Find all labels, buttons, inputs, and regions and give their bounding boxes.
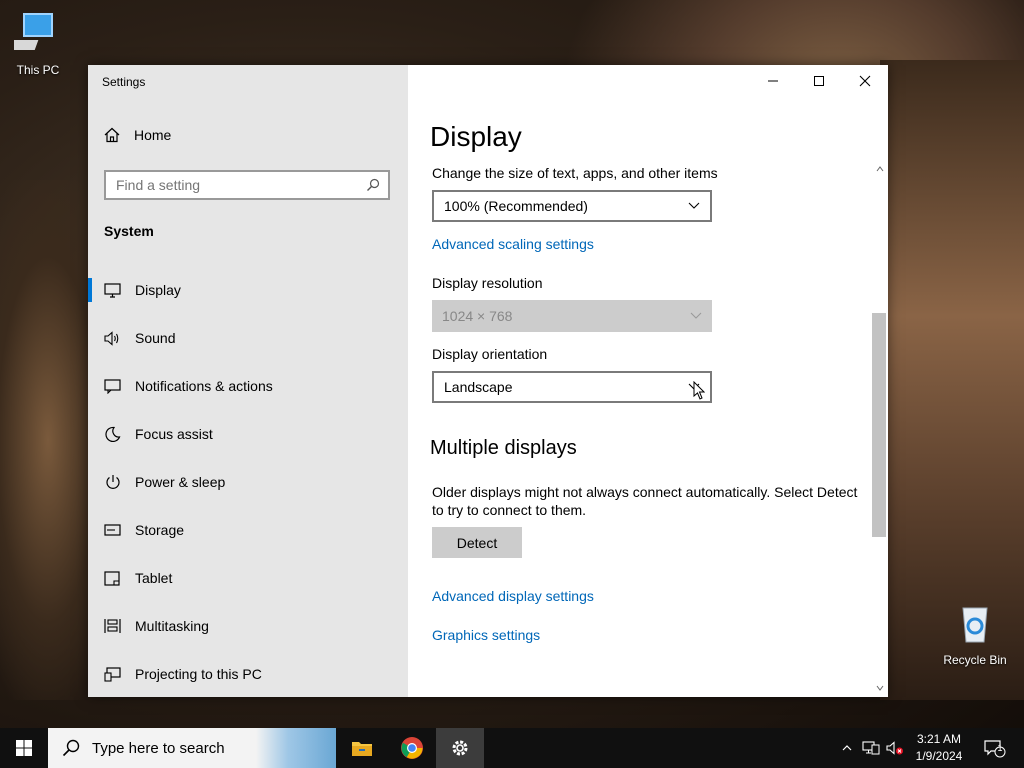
network-button[interactable] <box>860 728 882 768</box>
graphics-settings-link[interactable]: Graphics settings <box>432 627 540 643</box>
content-pane: Display Change the size of text, apps, a… <box>408 65 888 697</box>
sidebar-item-label: Power & sleep <box>135 474 226 490</box>
search-highlight-image <box>256 728 336 768</box>
notification-icon <box>104 378 121 395</box>
monitor-icon <box>104 282 121 299</box>
sidebar-item-label: Storage <box>135 522 185 538</box>
home-icon <box>104 127 120 143</box>
sidebar-item-notifications[interactable]: Notifications & actions <box>88 362 408 410</box>
computer-icon <box>4 13 53 50</box>
chevron-down-icon <box>690 312 702 319</box>
clock-date: 1/9/2024 <box>915 749 963 763</box>
sidebar-item-sound[interactable]: Sound <box>88 314 408 362</box>
close-icon <box>859 75 871 87</box>
settings-window: Settings Home System Display <box>88 65 888 697</box>
page-title: Display <box>430 121 522 152</box>
action-center-button[interactable]: 1 <box>980 728 1010 768</box>
advanced-scaling-link[interactable]: Advanced scaling settings <box>432 236 594 252</box>
scroll-up-arrow[interactable] <box>872 162 888 176</box>
orientation-label: Display orientation <box>432 346 548 362</box>
recycle-bin-icon <box>962 607 988 643</box>
network-icon <box>862 741 880 755</box>
taskbar-search-placeholder: Type here to search <box>92 739 225 757</box>
section-heading: System <box>104 223 154 239</box>
multiple-displays-text: Older displays might not always connect … <box>432 484 858 518</box>
moon-icon <box>104 426 121 443</box>
sidebar-item-label: Multitasking <box>135 618 209 634</box>
taskbar-settings[interactable] <box>436 728 484 768</box>
sidebar: Settings Home System Display <box>88 65 408 697</box>
sidebar-item-label: Projecting to this PC <box>135 666 262 682</box>
taskbar: Type here to search 3:21 AM 1/9/2024 1 <box>0 728 1024 768</box>
notification-count: 1 <box>997 743 1003 753</box>
desktop-icon-recycle-bin[interactable]: Recycle Bin <box>937 602 1013 667</box>
sidebar-item-label: Tablet <box>135 570 173 586</box>
taskbar-file-explorer[interactable] <box>338 728 386 768</box>
desktop-icon-this-pc[interactable]: This PC <box>0 8 76 77</box>
desktop-icon-label: This PC <box>16 63 60 77</box>
window-title: Settings <box>102 75 146 89</box>
chevron-up-icon <box>842 745 852 751</box>
chevron-down-icon <box>688 202 700 209</box>
sidebar-item-focus-assist[interactable]: Focus assist <box>88 410 408 458</box>
close-button[interactable] <box>842 65 888 97</box>
search-icon <box>62 739 80 757</box>
tablet-icon <box>104 570 121 587</box>
sidebar-nav: Display Sound Notifications & actions Fo… <box>88 266 408 698</box>
scroll-down-arrow[interactable] <box>872 681 888 695</box>
speaker-icon <box>104 330 121 347</box>
sidebar-item-projecting[interactable]: Projecting to this PC <box>88 650 408 698</box>
file-explorer-icon <box>352 742 372 756</box>
sidebar-item-power-sleep[interactable]: Power & sleep <box>88 458 408 506</box>
chevron-down-icon <box>876 685 884 691</box>
maximize-button[interactable] <box>796 65 842 97</box>
taskbar-chrome[interactable] <box>388 728 436 768</box>
show-hidden-icons-button[interactable] <box>838 728 856 768</box>
resolution-label: Display resolution <box>432 275 543 291</box>
power-icon <box>104 474 121 491</box>
scale-value: 100% (Recommended) <box>444 198 588 214</box>
taskbar-clock[interactable]: 3:21 AM 1/9/2024 <box>912 731 966 765</box>
sidebar-item-label: Focus assist <box>135 426 213 442</box>
minimize-icon <box>768 80 778 82</box>
detect-button[interactable]: Detect <box>432 527 522 558</box>
resolution-dropdown: 1024 × 768 <box>432 300 712 332</box>
scale-label: Change the size of text, apps, and other… <box>432 165 718 181</box>
sidebar-item-storage[interactable]: Storage <box>88 506 408 554</box>
desktop-icon-label: Recycle Bin <box>943 653 1007 667</box>
orientation-value: Landscape <box>444 379 513 395</box>
taskbar-search-box[interactable]: Type here to search <box>48 728 336 768</box>
sidebar-item-multitasking[interactable]: Multitasking <box>88 602 408 650</box>
find-setting-field[interactable] <box>104 170 390 200</box>
projecting-icon <box>104 666 121 683</box>
clock-time: 3:21 AM <box>916 732 962 746</box>
chevron-up-icon <box>876 166 884 172</box>
advanced-display-settings-link[interactable]: Advanced display settings <box>432 588 594 604</box>
sidebar-home[interactable]: Home <box>104 127 171 143</box>
sidebar-item-display[interactable]: Display <box>88 266 408 314</box>
settings-icon <box>452 740 468 756</box>
mouse-cursor-icon <box>693 381 705 400</box>
volume-muted-icon <box>886 741 903 755</box>
start-button[interactable] <box>0 728 48 768</box>
sidebar-item-label: Sound <box>135 330 176 346</box>
maximize-icon <box>814 76 824 86</box>
search-icon <box>367 178 380 191</box>
windows-logo-icon <box>16 740 32 756</box>
minimize-button[interactable] <box>750 65 796 97</box>
volume-button[interactable] <box>884 728 906 768</box>
chrome-icon <box>401 737 423 759</box>
scale-dropdown[interactable]: 100% (Recommended) <box>432 190 712 222</box>
find-setting-input[interactable] <box>116 177 356 193</box>
sidebar-item-label: Notifications & actions <box>135 378 273 394</box>
multiple-displays-heading: Multiple displays <box>430 437 577 459</box>
sidebar-item-label: Display <box>135 282 181 298</box>
multitasking-icon <box>104 618 121 635</box>
sidebar-item-tablet[interactable]: Tablet <box>88 554 408 602</box>
resolution-value: 1024 × 768 <box>442 308 513 324</box>
home-label: Home <box>134 127 172 143</box>
scrollbar-thumb[interactable] <box>872 313 886 537</box>
storage-icon <box>104 522 121 539</box>
orientation-dropdown[interactable]: Landscape <box>432 371 712 403</box>
